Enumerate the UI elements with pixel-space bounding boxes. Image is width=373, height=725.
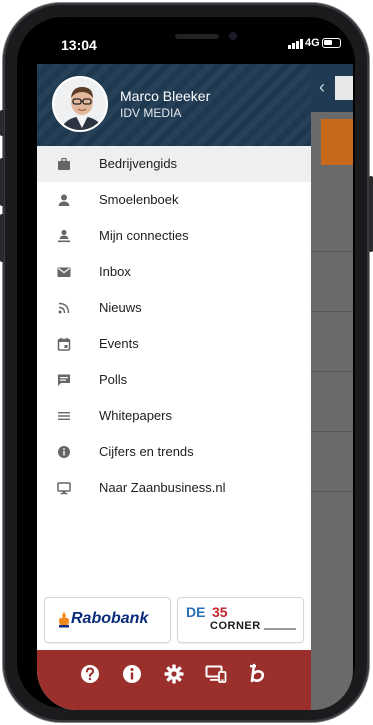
info-icon[interactable] [121, 663, 143, 685]
menu-item-label: Polls [99, 372, 128, 387]
background-row [311, 312, 353, 372]
sponsor-de-35-corner[interactable]: DE 35 CORNER [178, 598, 303, 642]
rabobank-logo-text: Rabobank [71, 610, 149, 627]
menu-item-label: Events [99, 336, 139, 351]
menu-item-label: Bedrijvengids [99, 156, 178, 171]
sponsor-rabobank[interactable]: Rabobank [45, 598, 170, 642]
menu-item-naar-zaanbusiness[interactable]: Naar Zaanbusiness.nl [37, 470, 311, 506]
front-camera [229, 32, 237, 40]
chevron-left-icon: ‹ [319, 77, 325, 97]
menu-item-label: Whitepapers [99, 408, 172, 423]
battery-icon [322, 38, 341, 48]
menu-item-label: Cijfers en trends [99, 444, 194, 459]
menu-item-whitepapers[interactable]: Whitepapers [37, 398, 311, 434]
network-type: 4G [305, 37, 320, 49]
background-app[interactable]: ‹ [311, 64, 353, 710]
volume-up-button [0, 158, 4, 206]
navigation-drawer: Marco Bleeker IDV MEDIA Bedrijvengids Sm… [37, 64, 311, 710]
background-row [311, 252, 353, 312]
volume-down-button [0, 214, 4, 262]
menu-item-mijn-connecties[interactable]: Mijn connecties [37, 218, 311, 254]
connections-icon [58, 230, 70, 243]
corner-logo-prefix: DE [186, 604, 206, 620]
menu-item-cijfers-en-trends[interactable]: Cijfers en trends [37, 434, 311, 470]
signal-icon [288, 39, 303, 49]
gear-icon[interactable] [163, 663, 185, 685]
screen: 13:04 4G ‹ Marco Bleeker IDV MEDIA Bedri… [37, 22, 353, 710]
rabobank-logo-icon [59, 612, 69, 628]
background-banner [321, 119, 353, 165]
menu-item-events[interactable]: Events [37, 326, 311, 362]
background-row [311, 432, 353, 492]
help-icon[interactable] [79, 663, 101, 685]
drawer-menu: Bedrijvengids Smoelenboek Mijn connectie… [37, 146, 311, 506]
menu-item-label: Mijn connecties [99, 228, 189, 243]
brand-b-icon[interactable] [247, 663, 269, 685]
monitor-icon [57, 482, 71, 495]
speaker [175, 34, 219, 39]
avatar [52, 76, 108, 132]
mute-switch [0, 110, 4, 136]
menu-item-label: Smoelenboek [99, 192, 179, 207]
menu-item-label: Naar Zaanbusiness.nl [99, 480, 226, 495]
sponsor-banner: Rabobank DE 35 CORNER [37, 594, 311, 650]
person-icon [58, 194, 70, 206]
status-time: 13:04 [61, 37, 97, 53]
background-row [311, 192, 353, 252]
rss-icon [58, 302, 70, 314]
menu-item-smoelenboek[interactable]: Smoelenboek [37, 182, 311, 218]
chat-icon [58, 374, 70, 386]
menu-item-label: Nieuws [99, 300, 142, 315]
power-button [369, 176, 373, 252]
profile-name: Marco Bleeker [120, 88, 211, 104]
background-header: ‹ [311, 64, 353, 112]
briefcase-icon [58, 157, 70, 170]
profile-company: IDV MEDIA [120, 106, 182, 120]
corner-logo-number: 35 [212, 604, 228, 620]
calendar-icon [57, 337, 71, 351]
background-row [311, 372, 353, 432]
background-logo [335, 76, 353, 100]
menu-item-nieuws[interactable]: Nieuws [37, 290, 311, 326]
menu-item-bedrijvengids[interactable]: Bedrijvengids [37, 146, 311, 182]
corner-logo-subline [264, 628, 296, 630]
devices-icon[interactable] [205, 663, 227, 685]
bottom-action-bar [37, 650, 311, 710]
status-bar: 13:04 4G [37, 22, 353, 64]
lines-icon [58, 412, 70, 420]
corner-logo-text: CORNER [210, 620, 261, 632]
menu-item-polls[interactable]: Polls [37, 362, 311, 398]
mail-icon [57, 267, 71, 277]
menu-item-label: Inbox [99, 264, 131, 279]
info-icon [58, 446, 70, 458]
menu-item-inbox[interactable]: Inbox [37, 254, 311, 290]
profile-header[interactable]: Marco Bleeker IDV MEDIA [37, 64, 311, 146]
